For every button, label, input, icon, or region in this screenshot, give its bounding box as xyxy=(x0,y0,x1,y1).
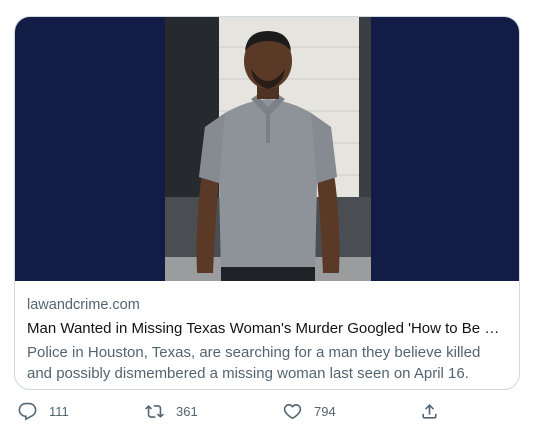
reply-count: 111 xyxy=(49,404,69,419)
card-photo xyxy=(165,17,371,281)
link-preview-card[interactable]: lawandcrime.com Man Wanted in Missing Te… xyxy=(14,16,520,390)
retweet-icon xyxy=(145,402,164,421)
like-button[interactable]: 794 xyxy=(283,402,336,421)
reply-button[interactable]: 111 xyxy=(18,402,69,421)
retweet-button[interactable]: 361 xyxy=(145,402,198,421)
card-title: Man Wanted in Missing Texas Woman's Murd… xyxy=(27,320,507,337)
like-count: 794 xyxy=(314,404,336,419)
tweet-actions-bar: 111 361 794 xyxy=(0,396,534,430)
card-image[interactable] xyxy=(15,17,519,281)
card-domain: lawandcrime.com xyxy=(27,297,140,313)
heart-icon xyxy=(283,402,302,421)
person-photo-illustration xyxy=(165,17,371,281)
share-button[interactable] xyxy=(420,402,439,421)
share-icon xyxy=(420,402,439,421)
reply-icon xyxy=(18,402,37,421)
card-description: Police in Houston, Texas, are searching … xyxy=(27,344,481,382)
retweet-count: 361 xyxy=(176,404,198,419)
